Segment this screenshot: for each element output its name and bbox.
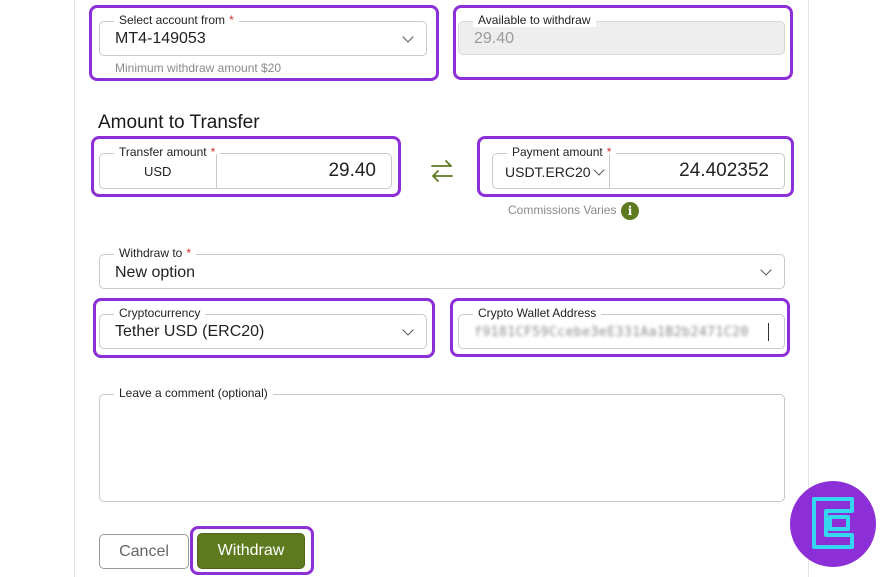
chevron-down-icon [402,31,414,43]
wallet-address-value: f9181CF59Ccebe3eE331Aa1B2b2471C20 [474,325,749,340]
account-select-legend: Select account from * [114,13,239,27]
panel-border-left [74,0,75,577]
transfer-amount-label: Transfer amount [119,145,207,159]
chevron-down-icon [402,324,414,336]
required-mark: * [210,145,216,159]
cryptocurrency-select[interactable]: Cryptocurrency Tether USD (ERC20) [99,306,427,349]
text-caret [768,323,769,341]
transfer-currency: USD [144,164,172,179]
currency-divider [609,154,610,188]
brand-logo-icon [790,481,876,567]
withdraw-to-legend: Withdraw to * [114,246,197,260]
required-mark: * [229,13,234,27]
chevron-down-icon [593,164,605,176]
available-field: Available to withdraw 29.40 [458,13,785,55]
comment-textarea[interactable]: Leave a comment (optional) [99,386,785,502]
withdraw-to-value: New option [115,264,196,281]
info-icon[interactable]: i [621,202,639,220]
cancel-button[interactable]: Cancel [99,534,189,569]
minimum-withdraw-hint: Minimum withdraw amount $20 [115,61,282,75]
account-select-label: Select account from [119,13,226,27]
amount-to-transfer-title: Amount to Transfer [98,112,260,133]
account-select-value: MT4-149053 [115,30,206,47]
payment-amount-input[interactable]: 24.402352 [679,160,769,182]
swap-arrows-icon[interactable] [428,158,456,184]
account-select[interactable]: Select account from * MT4-149053 [99,13,427,56]
required-mark: * [186,246,192,260]
withdraw-button[interactable]: Withdraw [197,533,305,569]
comment-legend: Leave a comment (optional) [114,386,273,400]
commission-note: Commissions Varies [508,203,617,217]
available-value: 29.40 [474,30,515,47]
withdraw-to-label: Withdraw to [119,246,183,260]
payment-amount-label: Payment amount [512,145,603,159]
transfer-amount-legend: Transfer amount * [114,145,221,159]
currency-divider [216,154,217,188]
cryptocurrency-value: Tether USD (ERC20) [115,323,265,340]
transfer-amount-input[interactable]: 29.40 [328,160,376,182]
transfer-amount-field: Transfer amount * USD 29.40 [99,145,392,189]
withdraw-to-select[interactable]: Withdraw to * New option [99,246,785,289]
payment-amount-legend: Payment amount * [507,145,617,159]
logo-mark [812,497,854,549]
chevron-down-icon [760,264,772,276]
payment-amount-field: Payment amount * USDT.ERC20 24.402352 [492,145,785,189]
wallet-address-input[interactable]: Crypto Wallet Address f9181CF59Ccebe3eE3… [458,306,785,349]
cryptocurrency-legend: Cryptocurrency [114,306,206,320]
available-legend: Available to withdraw [473,13,596,27]
payment-currency-select[interactable]: USDT.ERC20 [505,164,591,180]
wallet-address-legend: Crypto Wallet Address [473,306,602,320]
